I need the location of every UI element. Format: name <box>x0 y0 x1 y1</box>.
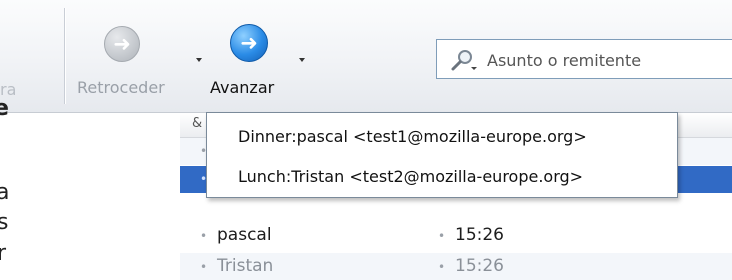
cutoff-text: a <box>0 180 10 205</box>
search-input[interactable] <box>485 48 729 72</box>
sender-cell: pascal <box>217 225 272 245</box>
toolbar-separator <box>64 8 66 104</box>
dropdown-arrow-icon[interactable] <box>299 58 305 62</box>
dropdown-arrow-icon[interactable] <box>196 58 202 62</box>
search-box[interactable] <box>436 39 732 79</box>
table-row[interactable]: • Tristan • 15:26 <box>180 253 732 280</box>
back-arrow-icon: ➜ <box>104 26 140 62</box>
sender-cell: Tristan <box>217 256 274 276</box>
column-header-glyph: & <box>192 116 203 131</box>
date-cell: 15:26 <box>455 256 504 276</box>
cutoff-text: r <box>0 241 7 266</box>
magnifier-icon <box>451 50 477 71</box>
autocomplete-item[interactable]: Dinner:pascal <test1@mozilla-europe.org> <box>238 127 587 146</box>
search-autocomplete-popup: Dinner:pascal <test1@mozilla-europe.org>… <box>206 112 678 198</box>
back-button-label: Retroceder <box>77 78 165 97</box>
table-row[interactable]: • pascal • 15:26 <box>180 222 732 249</box>
forward-arrow-icon: ➜ <box>230 24 268 62</box>
autocomplete-item[interactable]: Lunch:Tristan <test2@mozilla-europe.org> <box>238 167 583 186</box>
date-cell: 15:26 <box>455 225 504 245</box>
forward-button-label: Avanzar <box>210 78 275 97</box>
cutoff-text: e <box>0 96 9 121</box>
cutoff-text: s <box>0 210 9 235</box>
